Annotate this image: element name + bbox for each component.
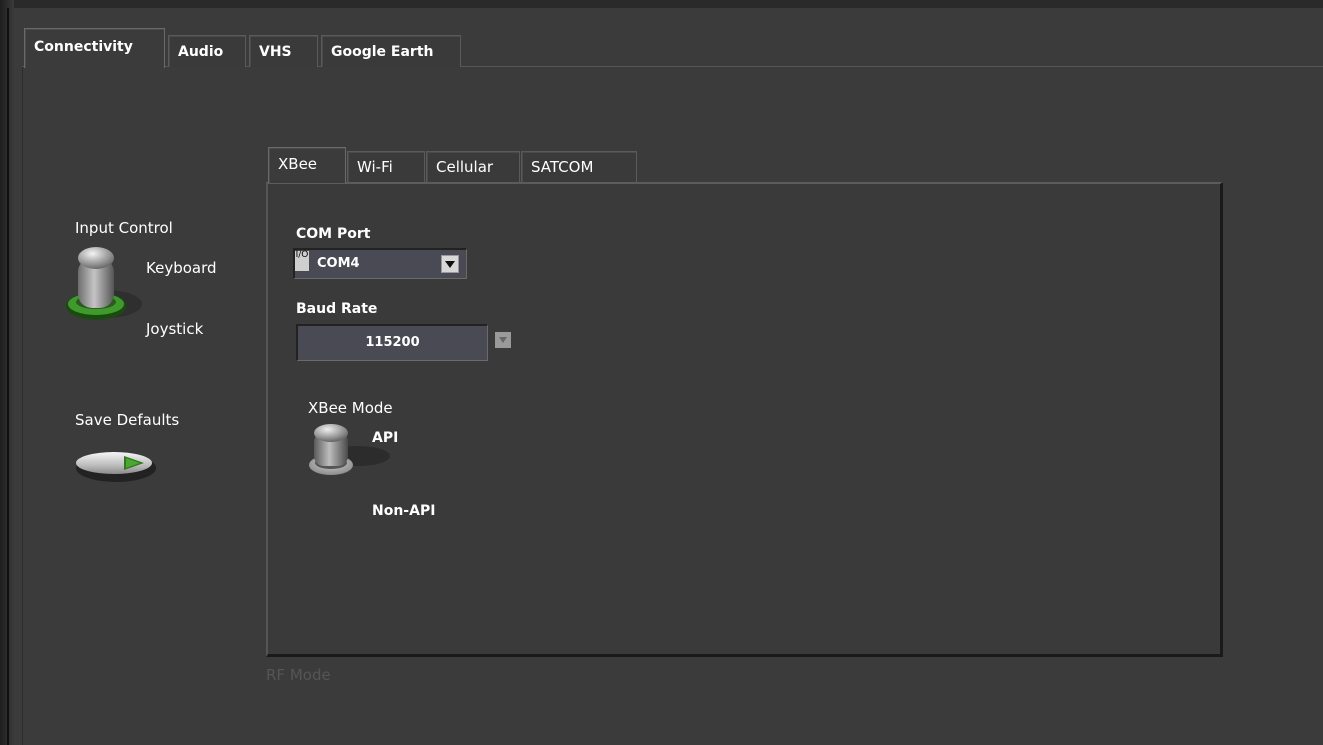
tab-panel-left-edge (22, 66, 23, 745)
com-port-select[interactable]: I/O COM4 (293, 248, 467, 279)
input-control-toggle[interactable] (58, 240, 148, 328)
save-defaults-label: Save Defaults (75, 411, 180, 429)
tab-google-earth[interactable]: Google Earth (321, 35, 461, 67)
left-divider (7, 8, 9, 745)
xbee-mode-non-api-label: Non-API (372, 503, 436, 519)
baud-rate-label: Baud Rate (296, 301, 378, 317)
save-defaults-button[interactable] (74, 446, 158, 486)
input-control-label: Input Control (75, 219, 173, 237)
tab-satcom[interactable]: SATCOM (521, 151, 637, 183)
tab-wifi[interactable]: Wi-Fi (347, 151, 425, 183)
xbee-mode-toggle[interactable] (300, 420, 395, 480)
xbee-mode-label: XBee Mode (308, 399, 393, 417)
tab-audio[interactable]: Audio (168, 35, 246, 67)
rf-mode-label: RF Mode (266, 666, 331, 684)
tab-connectivity[interactable]: Connectivity (24, 28, 165, 68)
tab-xbee[interactable]: XBee (268, 147, 346, 183)
com-port-value: COM4 (317, 256, 360, 271)
window-top-strip (0, 0, 1323, 8)
app-window: Connectivity Audio VHS Google Earth Inpu… (0, 0, 1323, 745)
tab-vhs[interactable]: VHS (249, 35, 318, 67)
io-icon: I/O (295, 251, 309, 271)
input-control-keyboard-label: Keyboard (146, 259, 217, 277)
baud-rate-dropdown-icon[interactable] (495, 332, 511, 348)
com-port-label: COM Port (296, 226, 371, 242)
baud-rate-field[interactable]: 115200 (296, 324, 488, 361)
input-control-joystick-label: Joystick (146, 320, 204, 338)
chevron-down-icon[interactable] (441, 255, 459, 273)
baud-rate-value: 115200 (365, 335, 420, 350)
tab-cellular[interactable]: Cellular (426, 151, 520, 183)
